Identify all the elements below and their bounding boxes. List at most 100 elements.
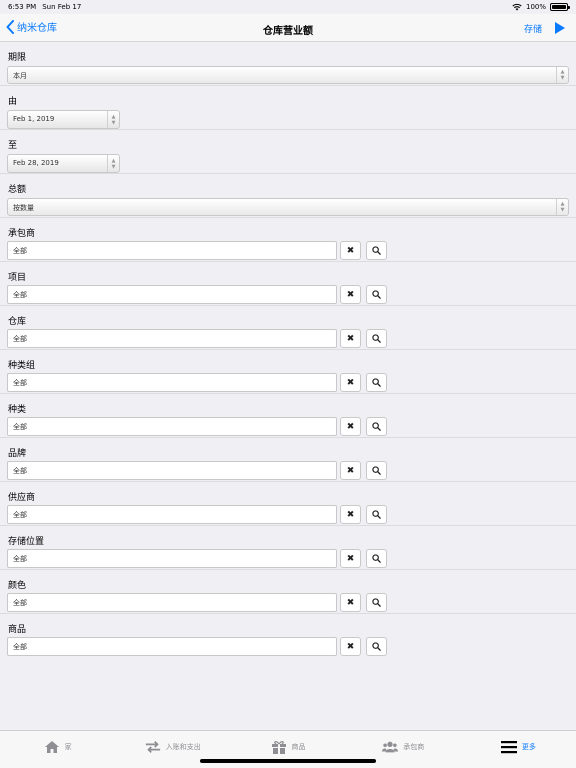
storage-location-field: 存储位置 ✖ — [0, 526, 576, 570]
period-field: 期限 本月 ▲ ▼ — [0, 42, 576, 86]
period-label: 期限 — [8, 53, 27, 63]
search-icon — [372, 290, 381, 299]
contractor-clear-button[interactable]: ✖ — [340, 241, 361, 260]
color-clear-button[interactable]: ✖ — [340, 593, 361, 612]
category-field: 种类 ✖ — [0, 394, 576, 438]
project-search-button[interactable] — [366, 285, 387, 304]
tab-transactions-label: 入账和支出 — [165, 742, 201, 751]
search-icon — [372, 598, 381, 607]
product-label: 商品 — [8, 625, 27, 635]
warehouse-field: 仓库 ✖ — [0, 306, 576, 350]
tab-more[interactable]: 更多 — [461, 731, 576, 768]
supplier-field: 供应商 ✖ — [0, 482, 576, 526]
storage-location-label: 存储位置 — [8, 537, 45, 547]
contractor-input[interactable] — [7, 241, 337, 260]
product-clear-button[interactable]: ✖ — [340, 637, 361, 656]
dropdown-arrow-icon: ▲ ▼ — [556, 199, 568, 215]
tab-home[interactable]: 家 — [0, 731, 115, 768]
brand-search-button[interactable] — [366, 461, 387, 480]
brand-field: 品牌 ✖ — [0, 438, 576, 482]
category-group-label: 种类组 — [8, 361, 36, 371]
search-icon — [372, 378, 381, 387]
category-group-input[interactable] — [7, 373, 337, 392]
dropdown-arrow-icon: ▲ ▼ — [107, 111, 119, 128]
storage-location-clear-button[interactable]: ✖ — [340, 549, 361, 568]
save-button[interactable]: 存储 — [524, 22, 542, 35]
tab-home-label: 家 — [64, 742, 72, 751]
brand-input[interactable] — [7, 461, 337, 480]
back-label: 纳米仓库 — [17, 23, 57, 34]
warehouse-input[interactable] — [7, 329, 337, 348]
product-input[interactable] — [7, 637, 337, 656]
to-date-picker[interactable]: Feb 28, 2019 ▲ ▼ — [7, 154, 120, 173]
total-select[interactable]: 按数量 ▲ ▼ — [7, 198, 569, 216]
total-field: 总额 按数量 ▲ ▼ — [0, 174, 576, 218]
search-icon — [372, 554, 381, 563]
category-clear-button[interactable]: ✖ — [340, 417, 361, 436]
search-icon — [372, 466, 381, 475]
supplier-search-button[interactable] — [366, 505, 387, 524]
to-field: 至 Feb 28, 2019 ▲ ▼ — [0, 130, 576, 174]
color-field: 颜色 ✖ — [0, 570, 576, 614]
run-report-button[interactable] — [555, 22, 565, 34]
category-input[interactable] — [7, 417, 337, 436]
gift-icon — [271, 740, 286, 754]
warehouse-clear-button[interactable]: ✖ — [340, 329, 361, 348]
supplier-input[interactable] — [7, 505, 337, 524]
report-form: 期限 本月 ▲ ▼ 由 Feb 1, 2019 ▲ ▼ 至 Feb 28, 2019… — [0, 42, 576, 658]
home-indicator — [200, 759, 376, 763]
color-search-button[interactable] — [366, 593, 387, 612]
to-date-value: Feb 28, 2019 — [13, 159, 59, 167]
chevron-left-icon — [6, 19, 14, 34]
menu-icon — [500, 740, 517, 753]
transfer-icon — [145, 740, 160, 753]
search-icon — [372, 334, 381, 343]
status-date: Sun Feb 17 — [42, 3, 82, 11]
project-label: 项目 — [8, 273, 27, 283]
dropdown-arrow-icon: ▲ ▼ — [107, 155, 119, 172]
category-group-clear-button[interactable]: ✖ — [340, 373, 361, 392]
from-date-picker[interactable]: Feb 1, 2019 ▲ ▼ — [7, 110, 120, 129]
color-input[interactable] — [7, 593, 337, 612]
period-value: 本月 — [13, 72, 27, 80]
status-time: 6:53 PM — [8, 3, 37, 11]
supplier-label: 供应商 — [8, 493, 36, 503]
total-value: 按数量 — [13, 204, 34, 212]
search-icon — [372, 422, 381, 431]
tab-contractors-label: 承包商 — [403, 742, 425, 751]
from-date-value: Feb 1, 2019 — [13, 115, 55, 123]
tab-products-label: 商品 — [291, 742, 306, 751]
category-label: 种类 — [8, 405, 27, 415]
product-search-button[interactable] — [366, 637, 387, 656]
to-label: 至 — [8, 141, 18, 151]
project-clear-button[interactable]: ✖ — [340, 285, 361, 304]
search-icon — [372, 510, 381, 519]
search-icon — [372, 642, 381, 651]
from-label: 由 — [8, 97, 18, 107]
search-icon — [372, 246, 381, 255]
brand-clear-button[interactable]: ✖ — [340, 461, 361, 480]
brand-label: 品牌 — [8, 449, 27, 459]
project-field: 项目 ✖ — [0, 262, 576, 306]
project-input[interactable] — [7, 285, 337, 304]
warehouse-search-button[interactable] — [366, 329, 387, 348]
battery-percent: 100% — [525, 3, 546, 11]
storage-location-input[interactable] — [7, 549, 337, 568]
status-bar: 6:53 PM Sun Feb 17 100% — [0, 0, 576, 14]
supplier-clear-button[interactable]: ✖ — [340, 505, 361, 524]
category-group-field: 种类组 ✖ — [0, 350, 576, 394]
storage-location-search-button[interactable] — [366, 549, 387, 568]
users-icon — [382, 741, 399, 752]
warehouse-label: 仓库 — [8, 317, 27, 327]
period-select[interactable]: 本月 ▲ ▼ — [7, 66, 569, 84]
battery-icon — [550, 3, 570, 11]
navigation-bar: 纳米仓库 仓库营业额 存储 — [0, 14, 576, 42]
total-label: 总额 — [8, 185, 27, 195]
dropdown-arrow-icon: ▲ ▼ — [556, 67, 568, 83]
category-group-search-button[interactable] — [366, 373, 387, 392]
wifi-icon — [512, 3, 522, 11]
back-button[interactable]: 纳米仓库 — [6, 19, 57, 34]
contractor-search-button[interactable] — [366, 241, 387, 260]
category-search-button[interactable] — [366, 417, 387, 436]
page-title: 仓库营业额 — [263, 26, 313, 37]
